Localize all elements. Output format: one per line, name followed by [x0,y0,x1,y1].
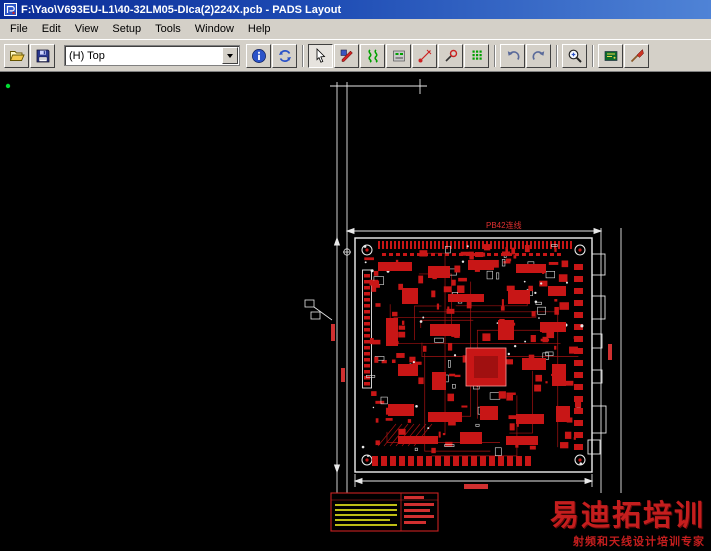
pcb-drawing[interactable]: PB42连线 [0,72,711,551]
drafting-toolbar-button[interactable] [438,43,463,68]
chevron-down-icon [227,53,233,58]
open-folder-icon [9,50,25,61]
menubar: File Edit View Setup Tools Window Help [0,19,711,39]
floppy-disk-icon [36,49,49,62]
brush-icon [630,48,644,62]
undo-button[interactable] [500,43,525,68]
app-icon [4,3,17,16]
redo-button[interactable] [526,43,551,68]
redo-arrow-icon [532,50,544,60]
eco-icon [392,50,405,61]
menu-file[interactable]: File [3,21,35,37]
open-button[interactable] [4,43,29,68]
origin-dot [5,83,11,89]
toolbar-separator [302,44,304,67]
design-toolbar-button[interactable] [334,43,359,68]
menu-window[interactable]: Window [188,21,241,37]
dropdown-arrow-icon[interactable] [222,47,238,64]
bga-grid-icon [472,50,482,60]
pads-layout-window: F:\Yao\V693EU-L1\40-32LM05-DIca(2)224X.p… [0,0,711,551]
zoom-button[interactable] [562,43,587,68]
dimensioning-toolbar-button[interactable] [412,43,437,68]
toolbar-separator [592,44,594,67]
design-canvas[interactable]: PB42连线 易迪拓培训 射频和天线设计培训专家 [0,72,711,551]
bga-toolbar-button[interactable] [464,43,489,68]
pads-logo-icon [4,3,17,16]
menu-edit[interactable]: Edit [35,21,68,37]
redraw-icon [278,49,291,62]
bga-chip [465,347,507,387]
eco-toolbar-button[interactable] [386,43,411,68]
layer-dropdown[interactable]: (H) Top [64,45,240,66]
save-button[interactable] [30,43,55,68]
design-icon [340,49,353,62]
layer-dropdown-value: (H) Top [69,49,105,62]
routing-icon [367,48,378,63]
cluster-button[interactable] [624,43,649,68]
menu-tools[interactable]: Tools [148,21,188,37]
selection-mode-button[interactable] [308,43,333,68]
toolbar-separator [494,44,496,67]
undo-arrow-icon [507,50,519,60]
redraw-button[interactable] [272,43,297,68]
board-view-button[interactable] [598,43,623,68]
net-label: PB42连线 [486,220,522,230]
dimension-icon [418,49,431,62]
info-icon [251,48,266,63]
drafting-icon [444,49,457,62]
menu-help[interactable]: Help [241,21,278,37]
board-icon [604,50,617,61]
menu-view[interactable]: View [68,21,106,37]
toolbar-separator [556,44,558,67]
magnifier-icon [568,49,582,63]
main-toolbar: (H) Top [0,39,711,72]
routing-toolbar-button[interactable] [360,43,385,68]
arrow-cursor-icon [316,47,325,63]
object-info-button[interactable] [246,43,271,68]
titlebar[interactable]: F:\Yao\V693EU-L1\40-32LM05-DIca(2)224X.p… [0,0,711,19]
menu-setup[interactable]: Setup [105,21,148,37]
window-title: F:\Yao\V693EU-L1\40-32LM05-DIca(2)224X.p… [21,3,342,16]
